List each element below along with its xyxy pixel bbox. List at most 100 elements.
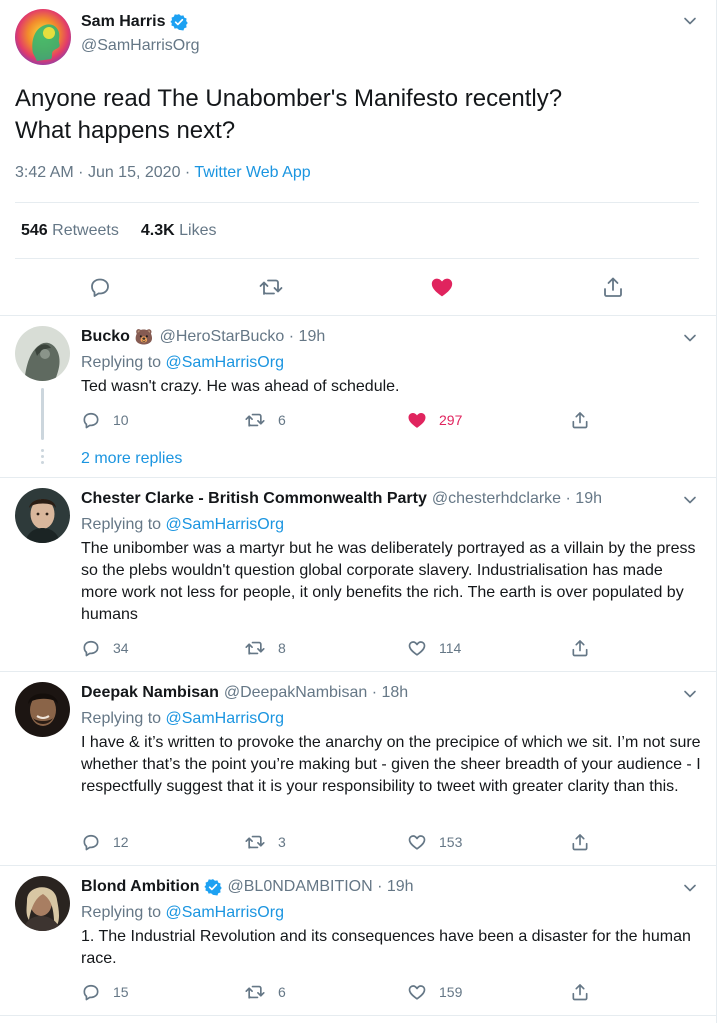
retweet-button[interactable]: 6 xyxy=(244,982,286,1002)
replying-to-handle[interactable]: @SamHarrisOrg xyxy=(166,354,284,371)
avatar[interactable] xyxy=(15,682,70,737)
retweet-button[interactable]: 3 xyxy=(244,832,286,852)
share-icon xyxy=(572,412,588,429)
share-button[interactable] xyxy=(570,638,590,658)
reply-actions: 15 6 159 xyxy=(81,982,611,1004)
reply-icon xyxy=(83,412,99,429)
reply-author-handle[interactable]: @DeepakNambisan xyxy=(224,684,367,702)
reply-tweet[interactable]: Deepak Nambisan @DeepakNambisan · 18h Re… xyxy=(0,672,717,866)
avatar[interactable] xyxy=(15,488,70,543)
reply-author-handle[interactable]: @BL0NDAMBITION xyxy=(228,878,373,896)
chevron-down-icon[interactable] xyxy=(682,330,698,346)
reply-author-handle[interactable]: @HeroStarBucko xyxy=(160,328,285,346)
retweet-icon xyxy=(259,279,283,295)
share-button[interactable] xyxy=(570,832,590,852)
likes-count: 4.3K xyxy=(140,222,175,239)
author-handle[interactable]: @SamHarrisOrg xyxy=(81,37,199,55)
reply-text: I have & it’s written to provoke the ana… xyxy=(81,734,701,795)
like-icon xyxy=(408,413,426,428)
reply-author-name[interactable]: Chester Clarke - British Commonwealth Pa… xyxy=(81,490,427,508)
reply-time[interactable]: · 19h xyxy=(289,328,325,346)
reply-tweet[interactable]: Chester Clarke - British Commonwealth Pa… xyxy=(0,478,717,672)
reply-time[interactable]: · 18h xyxy=(372,684,408,702)
replying-prefix: Replying to xyxy=(81,710,162,727)
reply-tweet[interactable]: Blond Ambition @BL0NDAMBITION · 19h Repl… xyxy=(0,866,717,1016)
share-button[interactable] xyxy=(570,982,590,1002)
like-icon xyxy=(431,278,453,297)
author-name[interactable]: Sam Harris xyxy=(81,13,166,31)
retweets-label: Retweets xyxy=(52,222,119,239)
reply-button[interactable]: 15 xyxy=(81,982,129,1002)
likes-label: Likes xyxy=(179,222,217,239)
reply-button[interactable] xyxy=(87,273,113,301)
retweet-count: 6 xyxy=(278,984,286,1000)
reply-header: Blond Ambition @BL0NDAMBITION · 19h xyxy=(81,878,414,896)
more-replies-link[interactable]: 2 more replies xyxy=(81,450,182,468)
share-button[interactable] xyxy=(570,410,590,430)
like-count: 159 xyxy=(439,984,463,1000)
reply-author-name[interactable]: Deepak Nambisan xyxy=(81,684,219,702)
retweet-button[interactable]: 6 xyxy=(244,410,286,430)
reply-header: Deepak Nambisan @DeepakNambisan · 18h xyxy=(81,684,408,702)
replying-to: Replying to @SamHarrisOrg xyxy=(81,710,284,728)
like-button[interactable]: 159 xyxy=(407,982,462,1002)
reply-button[interactable]: 10 xyxy=(81,410,129,430)
chevron-down-icon[interactable] xyxy=(682,13,698,29)
reply-icon xyxy=(83,984,99,1001)
replying-to-handle[interactable]: @SamHarrisOrg xyxy=(166,516,284,533)
reply-button[interactable]: 12 xyxy=(81,832,129,852)
reply-button[interactable]: 34 xyxy=(81,638,129,658)
replying-to: Replying to @SamHarrisOrg xyxy=(81,516,284,534)
reply-text: Ted wasn't crazy. He was ahead of schedu… xyxy=(81,378,400,395)
reply-author-name[interactable]: Bucko xyxy=(81,328,130,346)
tweet-actions xyxy=(0,273,717,303)
avatar[interactable] xyxy=(15,876,70,931)
replying-prefix: Replying to xyxy=(81,904,162,921)
replying-to-handle[interactable]: @SamHarrisOrg xyxy=(166,710,284,727)
tweet-text: Anyone read The Unabomber's Manifesto re… xyxy=(15,85,563,144)
replying-to-handle[interactable]: @SamHarrisOrg xyxy=(166,904,284,921)
share-icon xyxy=(572,640,588,657)
retweet-icon xyxy=(245,641,265,655)
reply-count: 12 xyxy=(113,834,129,850)
like-button[interactable]: 114 xyxy=(407,638,461,658)
like-button[interactable]: 153 xyxy=(407,832,462,852)
reply-time[interactable]: · 19h xyxy=(377,878,413,896)
like-icon xyxy=(408,835,426,850)
tweet-date[interactable]: Jun 15, 2020 xyxy=(88,164,181,181)
tweet-time[interactable]: 3:42 AM xyxy=(15,164,74,181)
reply-time[interactable]: · 19h xyxy=(566,490,602,508)
avatar[interactable] xyxy=(15,326,70,381)
verified-badge-icon xyxy=(169,14,188,31)
retweet-button[interactable] xyxy=(258,273,284,301)
avatar[interactable] xyxy=(15,9,71,65)
reply-count: 34 xyxy=(113,640,129,656)
reply-text: The unibomber was a martyr but he was de… xyxy=(81,540,696,623)
verified-badge-icon xyxy=(203,879,222,896)
like-button[interactable]: 297 xyxy=(407,410,462,430)
reply-author-handle[interactable]: @chesterhdclarke xyxy=(432,490,561,508)
chevron-down-icon[interactable] xyxy=(682,686,698,702)
share-button[interactable] xyxy=(600,273,626,301)
replying-to: Replying to @SamHarrisOrg xyxy=(81,354,284,372)
reply-icon xyxy=(91,278,109,297)
replying-prefix: Replying to xyxy=(81,516,162,533)
reply-header: Chester Clarke - British Commonwealth Pa… xyxy=(81,490,602,508)
chevron-down-icon[interactable] xyxy=(682,880,698,896)
reply-text: 1. The Industrial Revolution and its con… xyxy=(81,928,691,967)
like-count: 153 xyxy=(439,834,463,850)
chevron-down-icon[interactable] xyxy=(682,492,698,508)
reply-count: 10 xyxy=(113,412,129,428)
likes-stat[interactable]: 4.3K Likes xyxy=(141,222,217,240)
reply-author-name[interactable]: Blond Ambition xyxy=(81,878,200,896)
tweet-source[interactable]: Twitter Web App xyxy=(194,164,310,181)
meta-dot: · xyxy=(184,164,191,181)
retweet-icon xyxy=(245,413,265,427)
author-name-row[interactable]: Sam Harris xyxy=(81,13,188,31)
retweets-stat[interactable]: 546 Retweets xyxy=(21,222,119,240)
reply-tweet[interactable]: Bucko 🐻 @HeroStarBucko · 19h Replying to… xyxy=(0,316,717,478)
like-button[interactable] xyxy=(429,273,455,301)
reply-actions: 34 8 114 xyxy=(81,638,611,660)
retweet-button[interactable]: 8 xyxy=(244,638,286,658)
main-tweet: Sam Harris @SamHarrisOrg Anyone read The… xyxy=(0,0,717,316)
